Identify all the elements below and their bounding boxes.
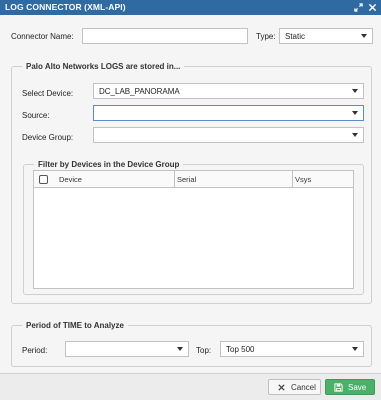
expand-icon[interactable]	[352, 1, 364, 13]
top-select[interactable]: Top 500	[220, 341, 364, 357]
select-device-select[interactable]: DC_LAB_PANORAMA	[93, 83, 364, 99]
chevron-down-icon	[177, 347, 183, 351]
logs-location-legend: Palo Alto Networks LOGS are stored in...	[22, 62, 185, 71]
top-value: Top 500	[226, 345, 255, 354]
save-icon	[333, 382, 343, 392]
column-header-serial[interactable]: Serial	[177, 175, 196, 184]
connector-name-label: Connector Name:	[11, 32, 74, 41]
chevron-down-icon	[352, 111, 358, 115]
window-title-bar: LOG CONNECTOR (XML-API)	[0, 0, 381, 15]
type-label: Type:	[256, 32, 276, 41]
device-filter-table: Device Serial Vsys	[33, 170, 354, 289]
top-label: Top:	[196, 346, 212, 355]
chevron-down-icon	[361, 34, 367, 38]
save-button[interactable]: Save	[325, 379, 375, 395]
source-label: Source:	[22, 111, 50, 120]
type-select-value: Static	[285, 32, 306, 41]
source-select[interactable]	[93, 105, 364, 121]
cancel-button[interactable]: Cancel	[268, 379, 321, 395]
time-period-legend: Period of TIME to Analyze	[22, 321, 128, 330]
table-header: Device Serial Vsys	[34, 171, 353, 188]
dialog-footer: Cancel Save	[0, 374, 381, 400]
column-divider	[174, 171, 175, 188]
close-icon[interactable]	[366, 1, 378, 13]
type-select[interactable]: Static	[279, 28, 373, 44]
column-header-device[interactable]: Device	[59, 175, 82, 184]
close-icon	[276, 382, 286, 392]
chevron-down-icon	[352, 347, 358, 351]
select-all-checkbox[interactable]	[39, 175, 48, 184]
select-device-label: Select Device:	[22, 89, 74, 98]
period-label: Period:	[22, 346, 48, 355]
connector-name-input[interactable]	[82, 28, 248, 44]
window-title: LOG CONNECTOR (XML-API)	[5, 2, 126, 12]
cancel-button-label: Cancel	[291, 382, 316, 392]
period-select[interactable]	[65, 341, 189, 357]
column-divider	[292, 171, 293, 188]
select-device-value: DC_LAB_PANORAMA	[99, 87, 180, 96]
device-group-label: Device Group:	[22, 133, 74, 142]
chevron-down-icon	[352, 89, 358, 93]
chevron-down-icon	[352, 133, 358, 137]
device-filter-legend: Filter by Devices in the Device Group	[34, 160, 184, 169]
save-button-label: Save	[348, 382, 367, 392]
device-group-select[interactable]	[93, 127, 364, 143]
column-header-vsys[interactable]: Vsys	[295, 175, 311, 184]
